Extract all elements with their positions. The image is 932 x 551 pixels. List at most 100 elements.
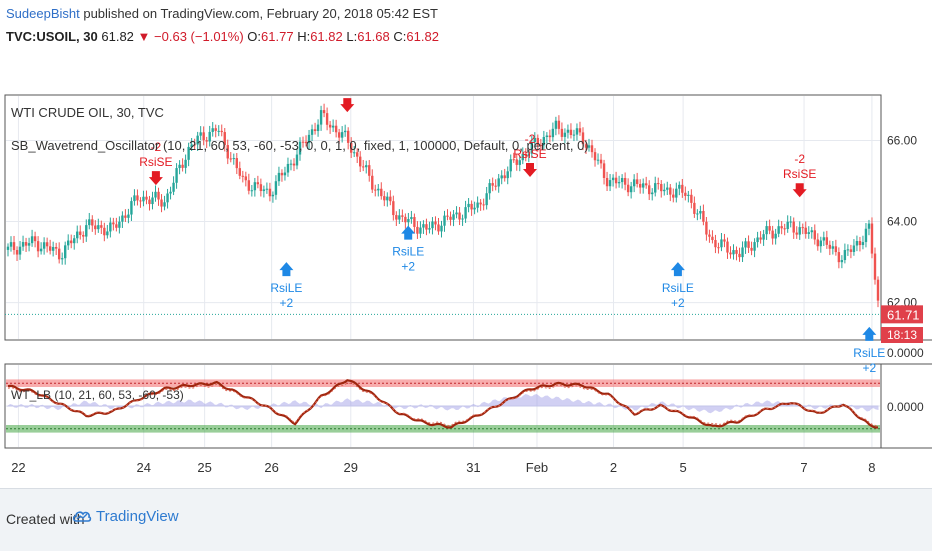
long-signal-label: RsiLE: [392, 245, 424, 259]
candle-body: [154, 191, 157, 198]
candle-body: [18, 246, 22, 255]
candle-body: [109, 222, 112, 232]
candle-body: [286, 163, 290, 173]
candle-body: [479, 202, 482, 205]
candle-body: [467, 203, 470, 208]
candle-body: [620, 178, 624, 183]
x-tick-label: 24: [136, 460, 150, 475]
long-signal-label: RsiLE: [662, 281, 694, 295]
candle-body: [759, 237, 762, 240]
x-tick-label: 25: [197, 460, 211, 475]
candle-body: [148, 199, 151, 205]
candle-body: [359, 156, 362, 167]
candle-body: [452, 214, 455, 220]
candle-body: [563, 132, 567, 137]
candle-body: [702, 211, 705, 222]
chart-canvas[interactable]: -2RsiSERsiLE+2RsiLE+2-2RsiSERsiLE+2-2Rsi…: [0, 0, 932, 488]
candle-body: [51, 247, 55, 251]
candle-body: [578, 128, 582, 133]
main-pane-frame: [4, 94, 882, 341]
candle-body: [289, 163, 293, 165]
candle-body: [422, 224, 425, 228]
candle-body: [837, 252, 841, 263]
candle-body: [63, 245, 67, 259]
short-signal-label: RsiSE: [783, 167, 816, 181]
candle-body: [455, 212, 458, 215]
candle-body: [172, 182, 175, 192]
long-signal-count: +2: [280, 296, 294, 310]
candle-body: [337, 132, 341, 138]
candle-body: [316, 124, 320, 132]
candle-body: [244, 176, 248, 181]
candle-body: [85, 225, 88, 237]
x-tick-label: 29: [344, 460, 358, 475]
candle-body: [139, 200, 142, 202]
candle-body: [184, 159, 187, 168]
candle-body: [94, 225, 97, 230]
candle-body: [39, 248, 43, 252]
tradingview-brand[interactable]: TradingView: [96, 508, 179, 525]
candle-body: [443, 215, 446, 226]
candle-body: [130, 201, 133, 215]
candle-body: [118, 221, 121, 228]
long-signal-count: +2: [401, 260, 415, 274]
candle-body: [229, 158, 232, 160]
short-signal-count: -2: [794, 152, 805, 166]
study-legend: SB_Wavetrend_Oscillator (10, 21, 60, 53,…: [11, 138, 589, 153]
candle-body: [214, 128, 217, 131]
candle-body: [551, 128, 555, 138]
candle-body: [611, 177, 615, 181]
candle-body: [798, 227, 801, 235]
candle-body: [325, 113, 329, 125]
candle-body: [711, 236, 714, 241]
candle-body: [861, 242, 865, 246]
main-pane-title: WTI CRUDE OIL, 30, TVC: [11, 105, 164, 120]
candle-body: [431, 221, 434, 229]
candle-body: [488, 183, 491, 194]
candle-body: [371, 175, 374, 190]
price-badge-label: 61.71: [887, 307, 920, 322]
candle-body: [729, 252, 732, 255]
tradingview-logo[interactable]: TradingView: [72, 506, 179, 526]
x-tick-label: 26: [264, 460, 278, 475]
candle-body: [133, 195, 136, 202]
candle-body: [428, 228, 431, 230]
candle-body: [843, 250, 847, 261]
candle-body: [599, 159, 603, 164]
candle-body: [42, 242, 46, 249]
candle-body: [771, 230, 774, 239]
candle-body: [238, 168, 241, 176]
y-axis: 66.0064.0062.00: [887, 134, 917, 310]
candle-body: [416, 226, 419, 234]
candle-body: [292, 163, 296, 166]
candle-body: [262, 189, 266, 192]
candle-body: [33, 236, 37, 242]
candle-body: [738, 253, 741, 258]
candle-body: [259, 184, 263, 192]
candle-body: [395, 215, 398, 220]
candle-body: [398, 215, 401, 220]
candle-body: [693, 202, 696, 214]
candle-body: [822, 237, 826, 241]
candle-body: [175, 168, 178, 183]
x-tick-label: 2: [610, 460, 617, 475]
candle-body: [9, 242, 13, 247]
candle-body: [696, 213, 699, 215]
candle-body: [590, 145, 594, 153]
x-axis: 22 24 25 26 29 31 Feb 2 5 7 8: [11, 460, 875, 475]
candle-body: [485, 193, 488, 206]
candle-body: [250, 190, 254, 192]
candle-body: [566, 129, 570, 133]
candle-body: [473, 207, 476, 210]
candle-body: [699, 211, 702, 214]
candle-body: [684, 192, 687, 196]
candle-body: [632, 179, 636, 187]
candle-body: [392, 201, 395, 216]
candle-body: [268, 188, 272, 197]
candle-body: [340, 132, 344, 138]
candle-body: [389, 196, 392, 202]
candle-body: [792, 221, 795, 233]
candle-body: [548, 135, 552, 138]
candle-body: [97, 225, 100, 230]
candle-body: [21, 242, 25, 247]
